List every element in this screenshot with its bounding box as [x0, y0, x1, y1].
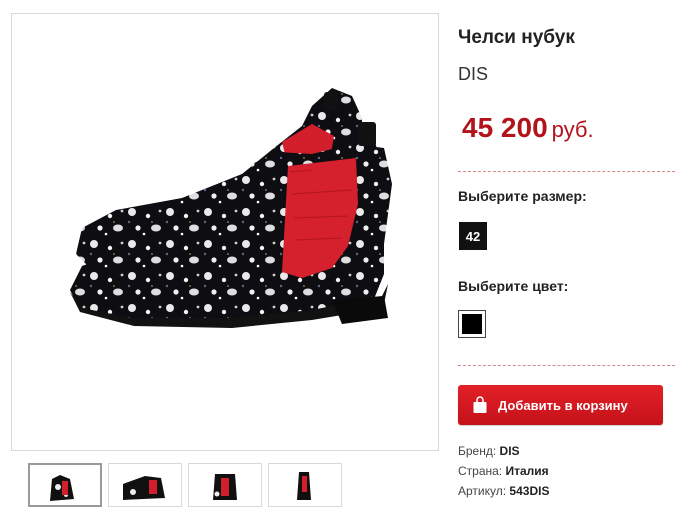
thumbnail-boot-icon	[297, 472, 311, 500]
thumbnail-3[interactable]	[188, 463, 262, 507]
thumbnail-boot-icon	[213, 474, 237, 500]
product-brand: DIS	[458, 64, 489, 84]
color-label: Выберите цвет:	[458, 278, 569, 294]
detail-brand: Бренд: DIS	[458, 444, 520, 458]
thumbnail-2[interactable]	[108, 463, 182, 507]
shopping-bag-icon	[473, 396, 487, 413]
size-option-42[interactable]: 42	[459, 222, 487, 250]
thumbnail-1[interactable]	[28, 463, 102, 507]
detail-sku: Артикул: 543DIS	[458, 484, 549, 498]
chelsea-boots-illustration	[70, 88, 392, 328]
detail-sku-label: Артикул:	[458, 484, 507, 498]
detail-sku-value: 543DIS	[509, 484, 550, 498]
price-currency: руб.	[551, 117, 594, 142]
detail-brand-label: Бренд:	[458, 444, 497, 458]
product-title: Челси нубук	[458, 27, 575, 48]
divider	[458, 365, 675, 366]
product-price: 45 200 руб.	[462, 112, 594, 144]
add-to-cart-button[interactable]: Добавить в корзину	[458, 385, 663, 425]
detail-country-label: Страна:	[458, 464, 503, 478]
detail-brand-value: DIS	[499, 444, 520, 458]
product-main-image[interactable]	[11, 13, 439, 451]
thumbnail-boot-icon	[123, 476, 165, 500]
divider	[458, 171, 675, 172]
add-to-cart-label: Добавить в корзину	[498, 397, 628, 413]
color-swatch-fill	[462, 314, 482, 334]
detail-country: Страна: Италия	[458, 464, 549, 478]
thumbnail-boot-icon	[50, 475, 74, 501]
detail-country-value: Италия	[505, 464, 549, 478]
color-swatch-black[interactable]	[458, 310, 486, 338]
thumbnail-4[interactable]	[268, 463, 342, 507]
size-label: Выберите размер:	[458, 188, 587, 204]
price-value: 45 200	[462, 112, 548, 143]
